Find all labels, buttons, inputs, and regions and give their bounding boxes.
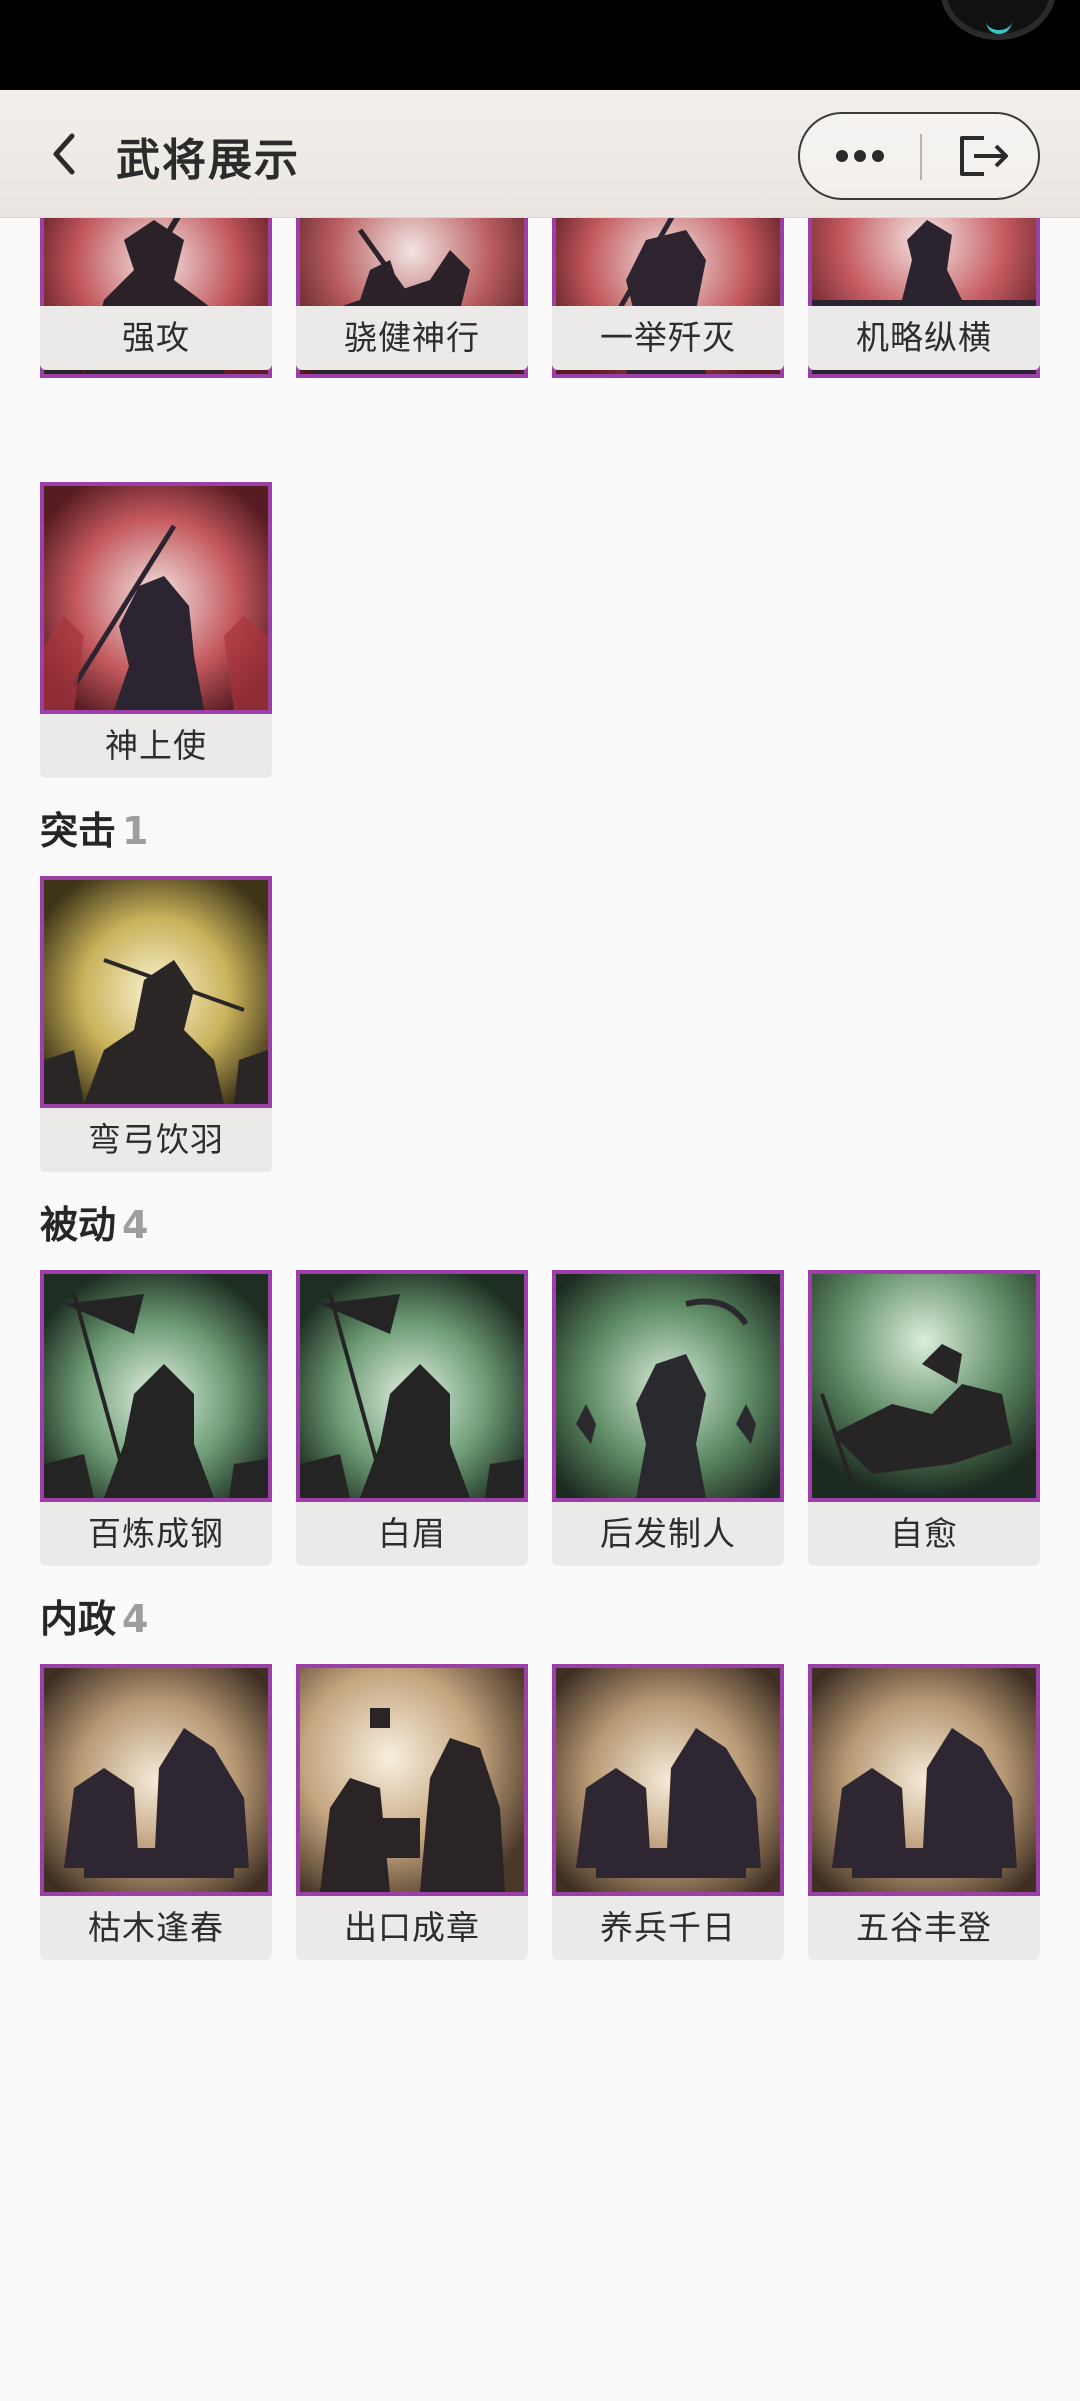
skill-card[interactable]: 枯木逢春 [40, 1664, 272, 1960]
skill-image-wugufengdeng [808, 1664, 1040, 1896]
skill-label: 自愈 [808, 1502, 1040, 1566]
skill-card[interactable]: 强攻 [40, 218, 272, 442]
section-count: 1 [122, 809, 149, 853]
skill-card[interactable]: 百炼成钢 [40, 1270, 272, 1566]
section-name: 被动 [40, 1203, 117, 1247]
skill-image-yangbingqianri [552, 1664, 784, 1896]
skill-card[interactable]: 神上使 [40, 482, 272, 778]
skill-card[interactable]: 养兵千日 [552, 1664, 784, 1960]
skill-card[interactable]: 白眉 [296, 1270, 528, 1566]
skill-card[interactable]: 出口成章 [296, 1664, 528, 1960]
skill-list: 强攻 骁健神行 一举歼灭 机略纵横 神上使 突击 1 弯弓饮羽 被动 4 百炼成… [0, 218, 1080, 2401]
skill-card[interactable]: 五谷丰登 [808, 1664, 1040, 1960]
exit-icon [960, 136, 1008, 176]
skill-label: 强攻 [40, 306, 272, 370]
skill-label: 五谷丰登 [808, 1896, 1040, 1960]
mini-program-capsule [798, 112, 1040, 200]
section-name: 突击 [40, 809, 117, 853]
skill-label: 出口成章 [296, 1896, 528, 1960]
page-title: 武将展示 [116, 135, 300, 186]
skill-label: 枯木逢春 [40, 1896, 272, 1960]
section-count: 4 [122, 1597, 149, 1641]
more-dots-icon [836, 150, 884, 162]
skill-label: 白眉 [296, 1502, 528, 1566]
back-button[interactable] [38, 126, 94, 182]
skill-label: 养兵千日 [552, 1896, 784, 1960]
skill-image-shenshangshi [40, 482, 272, 714]
more-button[interactable] [800, 114, 920, 198]
section-title-neizheng: 内政 4 [40, 1588, 148, 1643]
app-header: 武将展示 [0, 90, 1080, 218]
skill-card[interactable]: 骁健神行 [296, 218, 528, 442]
section-count: 4 [122, 1203, 149, 1247]
skill-label: 神上使 [40, 714, 272, 778]
section-name: 内政 [40, 1597, 117, 1641]
skill-card[interactable]: 一举歼灭 [552, 218, 784, 442]
chevron-left-icon [53, 133, 75, 175]
skill-image-baimei [296, 1270, 528, 1502]
skill-label: 百炼成钢 [40, 1502, 272, 1566]
skill-card[interactable]: 弯弓饮羽 [40, 876, 272, 1172]
skill-image-chukouchengzhang [296, 1664, 528, 1896]
skill-card[interactable]: 机略纵横 [808, 218, 1040, 442]
skill-image-kumufengchun [40, 1664, 272, 1896]
camera-cutout-icon [940, 0, 1056, 40]
skill-label: 弯弓饮羽 [40, 1108, 272, 1172]
skill-label: 一举歼灭 [552, 306, 784, 370]
exit-button[interactable] [922, 114, 1040, 198]
skill-card[interactable]: 自愈 [808, 1270, 1040, 1566]
skill-image-bailianchenggang [40, 1270, 272, 1502]
skill-image-ziyu [808, 1270, 1040, 1502]
skill-image-wangongyinyu [40, 876, 272, 1108]
skill-label: 骁健神行 [296, 306, 528, 370]
section-title-beidong: 被动 4 [40, 1194, 148, 1249]
status-bar [0, 0, 1080, 90]
section-title-tuji: 突击 1 [40, 800, 148, 855]
skill-label: 后发制人 [552, 1502, 784, 1566]
skill-card[interactable]: 后发制人 [552, 1270, 784, 1566]
skill-label: 机略纵横 [808, 306, 1040, 370]
skill-image-houfazhiren [552, 1270, 784, 1502]
